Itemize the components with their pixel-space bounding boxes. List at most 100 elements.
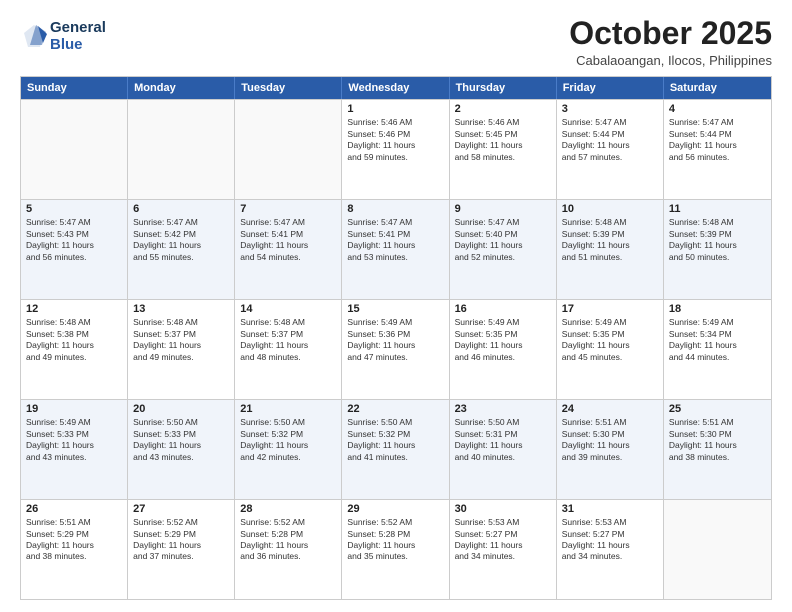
day-cell-17: 17Sunrise: 5:49 AMSunset: 5:35 PMDayligh… <box>557 300 664 399</box>
cell-daylight-info: Sunrise: 5:49 AMSunset: 5:36 PMDaylight:… <box>347 317 443 363</box>
month-title: October 2025 <box>569 16 772 51</box>
cell-daylight-info: Sunrise: 5:51 AMSunset: 5:30 PMDaylight:… <box>562 417 658 463</box>
cell-daylight-info: Sunrise: 5:48 AMSunset: 5:39 PMDaylight:… <box>562 217 658 263</box>
cell-date-number: 12 <box>26 303 122 315</box>
cell-daylight-info: Sunrise: 5:49 AMSunset: 5:34 PMDaylight:… <box>669 317 766 363</box>
cell-date-number: 15 <box>347 303 443 315</box>
day-header-sunday: Sunday <box>21 77 128 99</box>
day-cell-22: 22 Sunrise: 5:50 AMSunset: 5:32 PMDayligh… <box>342 400 449 499</box>
empty-cell <box>128 100 235 199</box>
calendar: SundayMondayTuesdayWednesdayThursdayFrid… <box>20 76 772 600</box>
cell-date-number: 21 <box>240 403 336 415</box>
day-cell-2: 2 Sunrise: 5:46 AMSunset: 5:45 PMDaylight… <box>450 100 557 199</box>
cell-daylight-info: Sunrise: 5:52 AMSunset: 5:28 PMDaylight:… <box>240 517 336 563</box>
cell-daylight-info: Sunrise: 5:50 AMSunset: 5:33 PMDaylight:… <box>133 417 229 463</box>
day-cell-13: 13Sunrise: 5:48 AMSunset: 5:37 PMDayligh… <box>128 300 235 399</box>
cell-date-number: 2 <box>455 103 551 115</box>
cell-daylight-info: Sunrise: 5:48 AMSunset: 5:37 PMDaylight:… <box>133 317 229 363</box>
title-block: October 2025 Cabalaoangan, Ilocos, Phili… <box>569 16 772 68</box>
cell-date-number: 22 <box>347 403 443 415</box>
day-cell-1: 1Sunrise: 5:46 AMSunset: 5:46 PMDaylight… <box>342 100 449 199</box>
day-cell-24: 24 Sunrise: 5:51 AMSunset: 5:30 PMDayligh… <box>557 400 664 499</box>
cell-daylight-info: Sunrise: 5:46 AMSunset: 5:46 PMDaylight:… <box>347 117 443 163</box>
day-cell-7: 7 Sunrise: 5:47 AMSunset: 5:41 PMDaylight… <box>235 200 342 299</box>
cell-daylight-info: Sunrise: 5:47 AMSunset: 5:41 PMDaylight:… <box>240 217 336 263</box>
cell-date-number: 9 <box>455 203 551 215</box>
day-cell-21: 21 Sunrise: 5:50 AMSunset: 5:32 PMDayligh… <box>235 400 342 499</box>
cell-daylight-info: Sunrise: 5:47 AMSunset: 5:41 PMDaylight:… <box>347 217 443 263</box>
cell-date-number: 18 <box>669 303 766 315</box>
day-cell-16: 16 Sunrise: 5:49 AMSunset: 5:35 PMDayligh… <box>450 300 557 399</box>
cell-date-number: 3 <box>562 103 658 115</box>
week-row-4: 19Sunrise: 5:49 AMSunset: 5:33 PMDayligh… <box>21 399 771 499</box>
day-cell-27: 27Sunrise: 5:52 AMSunset: 5:29 PMDayligh… <box>128 500 235 599</box>
page: General Blue October 2025 Cabalaoangan, … <box>0 0 792 612</box>
cell-daylight-info: Sunrise: 5:47 AMSunset: 5:40 PMDaylight:… <box>455 217 551 263</box>
day-cell-20: 20 Sunrise: 5:50 AMSunset: 5:33 PMDayligh… <box>128 400 235 499</box>
cell-date-number: 5 <box>26 203 122 215</box>
day-header-saturday: Saturday <box>664 77 771 99</box>
cell-daylight-info: Sunrise: 5:53 AMSunset: 5:27 PMDaylight:… <box>562 517 658 563</box>
cell-date-number: 14 <box>240 303 336 315</box>
day-cell-12: 12 Sunrise: 5:48 AMSunset: 5:38 PMDayligh… <box>21 300 128 399</box>
day-header-thursday: Thursday <box>450 77 557 99</box>
cell-daylight-info: Sunrise: 5:48 AMSunset: 5:38 PMDaylight:… <box>26 317 122 363</box>
calendar-header: SundayMondayTuesdayWednesdayThursdayFrid… <box>21 77 771 99</box>
cell-daylight-info: Sunrise: 5:52 AMSunset: 5:28 PMDaylight:… <box>347 517 443 563</box>
week-row-5: 26Sunrise: 5:51 AMSunset: 5:29 PMDayligh… <box>21 499 771 599</box>
cell-date-number: 4 <box>669 103 766 115</box>
cell-daylight-info: Sunrise: 5:47 AMSunset: 5:43 PMDaylight:… <box>26 217 122 263</box>
cell-daylight-info: Sunrise: 5:51 AMSunset: 5:29 PMDaylight:… <box>26 517 122 563</box>
day-header-wednesday: Wednesday <box>342 77 449 99</box>
day-cell-29: 29 Sunrise: 5:52 AMSunset: 5:28 PMDayligh… <box>342 500 449 599</box>
cell-daylight-info: Sunrise: 5:50 AMSunset: 5:31 PMDaylight:… <box>455 417 551 463</box>
location: Cabalaoangan, Ilocos, Philippines <box>569 53 772 68</box>
day-cell-18: 18 Sunrise: 5:49 AMSunset: 5:34 PMDayligh… <box>664 300 771 399</box>
cell-daylight-info: Sunrise: 5:49 AMSunset: 5:33 PMDaylight:… <box>26 417 122 463</box>
cell-daylight-info: Sunrise: 5:49 AMSunset: 5:35 PMDaylight:… <box>455 317 551 363</box>
day-cell-28: 28 Sunrise: 5:52 AMSunset: 5:28 PMDayligh… <box>235 500 342 599</box>
week-row-2: 5 Sunrise: 5:47 AMSunset: 5:43 PMDaylight… <box>21 199 771 299</box>
day-cell-10: 10Sunrise: 5:48 AMSunset: 5:39 PMDayligh… <box>557 200 664 299</box>
calendar-body: 1Sunrise: 5:46 AMSunset: 5:46 PMDaylight… <box>21 99 771 599</box>
day-cell-9: 9 Sunrise: 5:47 AMSunset: 5:40 PMDaylight… <box>450 200 557 299</box>
day-cell-3: 3 Sunrise: 5:47 AMSunset: 5:44 PMDaylight… <box>557 100 664 199</box>
cell-daylight-info: Sunrise: 5:50 AMSunset: 5:32 PMDaylight:… <box>347 417 443 463</box>
day-cell-19: 19Sunrise: 5:49 AMSunset: 5:33 PMDayligh… <box>21 400 128 499</box>
day-cell-6: 6 Sunrise: 5:47 AMSunset: 5:42 PMDaylight… <box>128 200 235 299</box>
cell-date-number: 11 <box>669 203 766 215</box>
day-cell-11: 11 Sunrise: 5:48 AMSunset: 5:39 PMDayligh… <box>664 200 771 299</box>
day-cell-26: 26Sunrise: 5:51 AMSunset: 5:29 PMDayligh… <box>21 500 128 599</box>
cell-daylight-info: Sunrise: 5:47 AMSunset: 5:42 PMDaylight:… <box>133 217 229 263</box>
logo-icon <box>20 23 48 51</box>
cell-daylight-info: Sunrise: 5:52 AMSunset: 5:29 PMDaylight:… <box>133 517 229 563</box>
day-header-monday: Monday <box>128 77 235 99</box>
cell-date-number: 20 <box>133 403 229 415</box>
cell-date-number: 25 <box>669 403 766 415</box>
header: General Blue October 2025 Cabalaoangan, … <box>20 16 772 68</box>
day-cell-30: 30Sunrise: 5:53 AMSunset: 5:27 PMDayligh… <box>450 500 557 599</box>
day-cell-23: 23 Sunrise: 5:50 AMSunset: 5:31 PMDayligh… <box>450 400 557 499</box>
cell-date-number: 23 <box>455 403 551 415</box>
cell-daylight-info: Sunrise: 5:50 AMSunset: 5:32 PMDaylight:… <box>240 417 336 463</box>
empty-cell <box>235 100 342 199</box>
cell-daylight-info: Sunrise: 5:46 AMSunset: 5:45 PMDaylight:… <box>455 117 551 163</box>
cell-date-number: 29 <box>347 503 443 515</box>
cell-daylight-info: Sunrise: 5:47 AMSunset: 5:44 PMDaylight:… <box>562 117 658 163</box>
week-row-1: 1Sunrise: 5:46 AMSunset: 5:46 PMDaylight… <box>21 99 771 199</box>
cell-date-number: 28 <box>240 503 336 515</box>
logo-text: General Blue <box>50 20 106 53</box>
cell-daylight-info: Sunrise: 5:48 AMSunset: 5:39 PMDaylight:… <box>669 217 766 263</box>
day-cell-5: 5 Sunrise: 5:47 AMSunset: 5:43 PMDaylight… <box>21 200 128 299</box>
day-cell-31: 31 Sunrise: 5:53 AMSunset: 5:27 PMDayligh… <box>557 500 664 599</box>
cell-daylight-info: Sunrise: 5:49 AMSunset: 5:35 PMDaylight:… <box>562 317 658 363</box>
cell-daylight-info: Sunrise: 5:51 AMSunset: 5:30 PMDaylight:… <box>669 417 766 463</box>
cell-date-number: 16 <box>455 303 551 315</box>
cell-date-number: 24 <box>562 403 658 415</box>
cell-date-number: 31 <box>562 503 658 515</box>
empty-cell <box>21 100 128 199</box>
day-cell-14: 14Sunrise: 5:48 AMSunset: 5:37 PMDayligh… <box>235 300 342 399</box>
cell-date-number: 7 <box>240 203 336 215</box>
day-cell-4: 4Sunrise: 5:47 AMSunset: 5:44 PMDaylight… <box>664 100 771 199</box>
cell-date-number: 6 <box>133 203 229 215</box>
